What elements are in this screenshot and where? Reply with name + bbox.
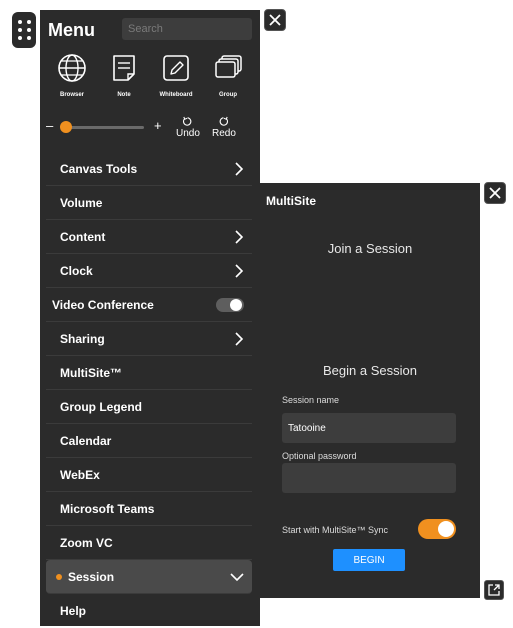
menu-item-label: Session [68, 569, 115, 584]
menu-item-label: Group Legend [60, 399, 142, 414]
menu-item-canvas-tools[interactable]: Canvas Tools [46, 152, 252, 186]
zoom-slider-knob[interactable] [60, 121, 73, 133]
menu-item-label: Video Conference [52, 297, 154, 312]
menu-item-label: Help [60, 604, 87, 618]
menu-item-session[interactable]: Session [46, 560, 252, 594]
menu-item-video-conference[interactable]: Video Conference [46, 288, 252, 322]
chevron-right-icon [235, 162, 244, 176]
tool-row: Browser Note Whiteboard Group [40, 52, 260, 112]
menu-item-label: WebEx [60, 467, 100, 482]
close-icon [489, 187, 501, 199]
begin-session-heading: Begin a Session [323, 363, 417, 378]
group-icon [215, 55, 242, 78]
chevron-right-icon [235, 332, 244, 346]
session-name-label: Session name [282, 395, 340, 405]
menu-item-multisite[interactable]: MultiSite™ [46, 356, 252, 390]
menu-item-label: Calendar [60, 433, 112, 448]
menu-item-clock[interactable]: Clock [46, 254, 252, 288]
session-name-input[interactable] [282, 413, 456, 443]
menu-item-content[interactable]: Content [46, 220, 252, 254]
menu-item-microsoft-teams[interactable]: Microsoft Teams [46, 492, 252, 526]
drag-handle-icon[interactable] [12, 12, 36, 48]
zoom-row: – + Undo Redo [40, 114, 260, 148]
sync-toggle[interactable] [418, 519, 456, 539]
password-input[interactable] [282, 463, 456, 493]
join-session-heading: Join a Session [327, 241, 413, 256]
whiteboard-tool-button[interactable]: Whiteboard [150, 52, 202, 98]
undo-icon [183, 116, 192, 126]
chevron-right-icon [235, 230, 244, 244]
menu-item-zoom-vc[interactable]: Zoom VC [46, 526, 252, 560]
whiteboard-tool-label: Whiteboard [159, 92, 193, 98]
menu-panel: Menu Browser Note [40, 10, 260, 626]
menu-item-label: Microsoft Teams [60, 501, 155, 516]
menu-item-calendar[interactable]: Calendar [46, 424, 252, 458]
globe-icon [58, 54, 86, 82]
menu-item-label: Sharing [60, 331, 105, 346]
group-tool-button[interactable]: Group [202, 52, 254, 98]
multisite-expand-button[interactable] [484, 580, 504, 600]
zoom-out-button[interactable]: – [46, 118, 53, 133]
menu-item-group-legend[interactable]: Group Legend [46, 390, 252, 424]
session-active-dot [56, 573, 62, 580]
undo-button[interactable]: Undo [176, 116, 200, 139]
chevron-right-icon [235, 264, 244, 278]
close-icon [269, 14, 281, 26]
multisite-panel: MultiSite Join a Session Begin a Session… [260, 183, 480, 598]
group-tool-label: Group [219, 92, 237, 98]
menu-item-label: Zoom VC [60, 535, 113, 550]
note-tool-button[interactable]: Note [98, 52, 150, 98]
redo-icon [220, 116, 229, 126]
video-conference-toggle[interactable] [216, 298, 244, 312]
menu-item-label: Volume [60, 195, 103, 210]
zoom-in-button[interactable]: + [154, 118, 162, 133]
menu-item-volume[interactable]: Volume [46, 186, 252, 220]
undo-label: Undo [176, 128, 200, 139]
chevron-down-icon [230, 573, 244, 582]
redo-label: Redo [212, 128, 236, 139]
menu-item-label: Clock [60, 263, 93, 278]
expand-icon [488, 584, 500, 596]
menu-item-help[interactable]: Help [46, 594, 252, 628]
zoom-slider[interactable] [62, 126, 144, 129]
menu-item-label: Canvas Tools [60, 161, 138, 176]
multisite-close-button[interactable] [484, 182, 506, 204]
begin-button[interactable]: BEGIN [333, 549, 405, 571]
note-tool-label: Note [117, 92, 131, 98]
note-icon [113, 55, 135, 81]
browser-tool-label: Browser [59, 92, 84, 98]
multisite-title: MultiSite [266, 194, 316, 208]
redo-button[interactable]: Redo [212, 116, 236, 139]
menu-search-input[interactable] [122, 18, 252, 40]
browser-tool-button[interactable]: Browser [46, 52, 98, 98]
menu-close-button[interactable] [264, 9, 286, 31]
menu-list: Canvas Tools Volume Content Clock Video … [46, 152, 252, 628]
sync-label: Start with MultiSite™ Sync [282, 525, 389, 535]
menu-item-label: Content [60, 229, 106, 244]
menu-item-label: MultiSite™ [60, 365, 122, 380]
menu-title: Menu [48, 20, 95, 40]
whiteboard-icon [163, 55, 189, 81]
menu-item-webex[interactable]: WebEx [46, 458, 252, 492]
password-label: Optional password [282, 451, 357, 461]
menu-item-sharing[interactable]: Sharing [46, 322, 252, 356]
